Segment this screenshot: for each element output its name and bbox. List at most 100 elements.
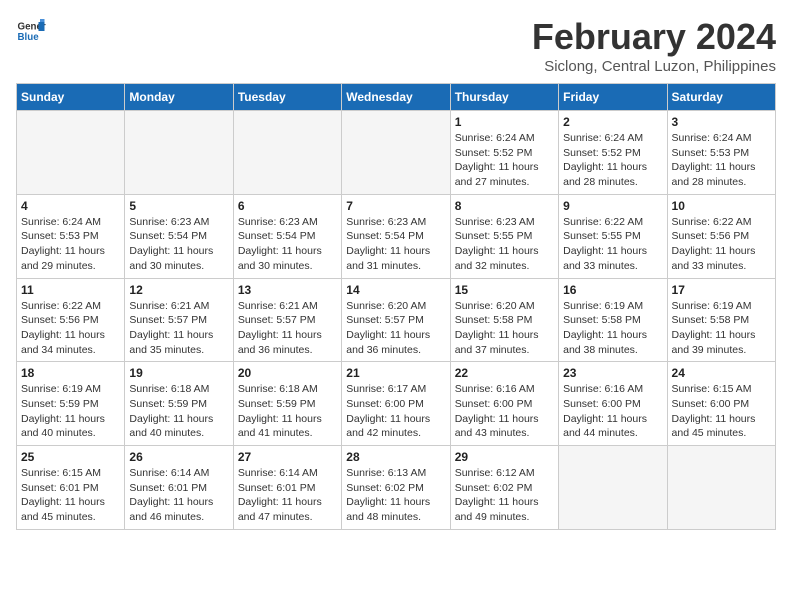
calendar-day-cell: 11 Sunrise: 6:22 AM Sunset: 5:56 PM Dayli… xyxy=(17,278,125,362)
title-section: February 2024 Siclong, Central Luzon, Ph… xyxy=(532,16,776,75)
calendar-day-cell: 9 Sunrise: 6:22 AM Sunset: 5:55 PM Daylig… xyxy=(559,194,667,278)
day-number: 2 xyxy=(563,115,662,129)
day-info: Sunrise: 6:24 AM Sunset: 5:52 PM Dayligh… xyxy=(563,131,662,190)
day-number: 12 xyxy=(129,283,228,297)
calendar-table: SundayMondayTuesdayWednesdayThursdayFrid… xyxy=(16,83,776,530)
weekday-header: Sunday xyxy=(17,84,125,111)
day-number: 19 xyxy=(129,366,228,380)
day-info: Sunrise: 6:23 AM Sunset: 5:54 PM Dayligh… xyxy=(238,215,337,274)
calendar-day-cell xyxy=(125,111,233,195)
day-info: Sunrise: 6:22 AM Sunset: 5:56 PM Dayligh… xyxy=(21,299,120,358)
calendar-day-cell: 19 Sunrise: 6:18 AM Sunset: 5:59 PM Dayli… xyxy=(125,362,233,446)
month-year-title: February 2024 xyxy=(532,16,776,58)
svg-text:Blue: Blue xyxy=(18,32,40,43)
day-number: 5 xyxy=(129,199,228,213)
day-number: 20 xyxy=(238,366,337,380)
day-number: 27 xyxy=(238,450,337,464)
calendar-day-cell: 26Sunrise: 6:14 AM Sunset: 6:01 PM Dayli… xyxy=(125,446,233,530)
day-info: Sunrise: 6:18 AM Sunset: 5:59 PM Dayligh… xyxy=(238,382,337,441)
day-info: Sunrise: 6:16 AM Sunset: 6:00 PM Dayligh… xyxy=(455,382,554,441)
day-number: 21 xyxy=(346,366,445,380)
day-info: Sunrise: 6:14 AM Sunset: 6:01 PM Dayligh… xyxy=(129,466,228,525)
day-number: 9 xyxy=(563,199,662,213)
calendar-day-cell: 29 Sunrise: 6:12 AM Sunset: 6:02 PM Dayli… xyxy=(450,446,558,530)
day-number: 17 xyxy=(672,283,771,297)
day-number: 25 xyxy=(21,450,120,464)
day-number: 16 xyxy=(563,283,662,297)
day-info: Sunrise: 6:23 AM Sunset: 5:54 PM Dayligh… xyxy=(129,215,228,274)
calendar-header-row: SundayMondayTuesdayWednesdayThursdayFrid… xyxy=(17,84,776,111)
calendar-day-cell: 17 Sunrise: 6:19 AM Sunset: 5:58 PM Dayli… xyxy=(667,278,775,362)
calendar-week-row: 25Sunrise: 6:15 AM Sunset: 6:01 PM Dayli… xyxy=(17,446,776,530)
calendar-day-cell: 15 Sunrise: 6:20 AM Sunset: 5:58 PM Dayli… xyxy=(450,278,558,362)
calendar-day-cell: 5 Sunrise: 6:23 AM Sunset: 5:54 PM Daylig… xyxy=(125,194,233,278)
day-number: 23 xyxy=(563,366,662,380)
calendar-day-cell: 10Sunrise: 6:22 AM Sunset: 5:56 PM Dayli… xyxy=(667,194,775,278)
day-info: Sunrise: 6:17 AM Sunset: 6:00 PM Dayligh… xyxy=(346,382,445,441)
day-info: Sunrise: 6:18 AM Sunset: 5:59 PM Dayligh… xyxy=(129,382,228,441)
day-number: 11 xyxy=(21,283,120,297)
calendar-day-cell xyxy=(233,111,341,195)
calendar-day-cell: 23 Sunrise: 6:16 AM Sunset: 6:00 PM Dayli… xyxy=(559,362,667,446)
calendar-week-row: 18Sunrise: 6:19 AM Sunset: 5:59 PM Dayli… xyxy=(17,362,776,446)
day-info: Sunrise: 6:23 AM Sunset: 5:55 PM Dayligh… xyxy=(455,215,554,274)
calendar-day-cell: 3 Sunrise: 6:24 AM Sunset: 5:53 PM Daylig… xyxy=(667,111,775,195)
weekday-header: Friday xyxy=(559,84,667,111)
weekday-header: Tuesday xyxy=(233,84,341,111)
calendar-day-cell: 8 Sunrise: 6:23 AM Sunset: 5:55 PM Daylig… xyxy=(450,194,558,278)
calendar-day-cell: 27 Sunrise: 6:14 AM Sunset: 6:01 PM Dayli… xyxy=(233,446,341,530)
calendar-week-row: 11 Sunrise: 6:22 AM Sunset: 5:56 PM Dayli… xyxy=(17,278,776,362)
day-info: Sunrise: 6:19 AM Sunset: 5:58 PM Dayligh… xyxy=(672,299,771,358)
calendar-day-cell: 7Sunrise: 6:23 AM Sunset: 5:54 PM Daylig… xyxy=(342,194,450,278)
day-number: 6 xyxy=(238,199,337,213)
calendar-day-cell: 24 Sunrise: 6:15 AM Sunset: 6:00 PM Dayli… xyxy=(667,362,775,446)
day-info: Sunrise: 6:21 AM Sunset: 5:57 PM Dayligh… xyxy=(129,299,228,358)
calendar-day-cell: 13Sunrise: 6:21 AM Sunset: 5:57 PM Dayli… xyxy=(233,278,341,362)
weekday-header: Wednesday xyxy=(342,84,450,111)
day-info: Sunrise: 6:20 AM Sunset: 5:58 PM Dayligh… xyxy=(455,299,554,358)
day-info: Sunrise: 6:14 AM Sunset: 6:01 PM Dayligh… xyxy=(238,466,337,525)
day-info: Sunrise: 6:24 AM Sunset: 5:53 PM Dayligh… xyxy=(672,131,771,190)
weekday-header: Monday xyxy=(125,84,233,111)
calendar-day-cell: 4 Sunrise: 6:24 AM Sunset: 5:53 PM Daylig… xyxy=(17,194,125,278)
calendar-day-cell xyxy=(667,446,775,530)
day-number: 14 xyxy=(346,283,445,297)
day-number: 29 xyxy=(455,450,554,464)
calendar-day-cell: 25Sunrise: 6:15 AM Sunset: 6:01 PM Dayli… xyxy=(17,446,125,530)
calendar-day-cell: 6 Sunrise: 6:23 AM Sunset: 5:54 PM Daylig… xyxy=(233,194,341,278)
page-header: General Blue February 2024 Siclong, Cent… xyxy=(16,16,776,75)
day-number: 18 xyxy=(21,366,120,380)
day-info: Sunrise: 6:21 AM Sunset: 5:57 PM Dayligh… xyxy=(238,299,337,358)
day-info: Sunrise: 6:13 AM Sunset: 6:02 PM Dayligh… xyxy=(346,466,445,525)
day-info: Sunrise: 6:20 AM Sunset: 5:57 PM Dayligh… xyxy=(346,299,445,358)
calendar-day-cell xyxy=(342,111,450,195)
day-info: Sunrise: 6:16 AM Sunset: 6:00 PM Dayligh… xyxy=(563,382,662,441)
day-number: 15 xyxy=(455,283,554,297)
day-number: 7 xyxy=(346,199,445,213)
calendar-day-cell: 1Sunrise: 6:24 AM Sunset: 5:52 PM Daylig… xyxy=(450,111,558,195)
day-number: 10 xyxy=(672,199,771,213)
calendar-day-cell: 12 Sunrise: 6:21 AM Sunset: 5:57 PM Dayli… xyxy=(125,278,233,362)
location-subtitle: Siclong, Central Luzon, Philippines xyxy=(532,58,776,75)
calendar-day-cell: 20 Sunrise: 6:18 AM Sunset: 5:59 PM Dayli… xyxy=(233,362,341,446)
calendar-day-cell: 28Sunrise: 6:13 AM Sunset: 6:02 PM Dayli… xyxy=(342,446,450,530)
day-info: Sunrise: 6:22 AM Sunset: 5:55 PM Dayligh… xyxy=(563,215,662,274)
day-info: Sunrise: 6:19 AM Sunset: 5:58 PM Dayligh… xyxy=(563,299,662,358)
weekday-header: Thursday xyxy=(450,84,558,111)
day-info: Sunrise: 6:12 AM Sunset: 6:02 PM Dayligh… xyxy=(455,466,554,525)
day-number: 4 xyxy=(21,199,120,213)
day-info: Sunrise: 6:24 AM Sunset: 5:53 PM Dayligh… xyxy=(21,215,120,274)
calendar-day-cell: 22 Sunrise: 6:16 AM Sunset: 6:00 PM Dayli… xyxy=(450,362,558,446)
calendar-week-row: 4 Sunrise: 6:24 AM Sunset: 5:53 PM Daylig… xyxy=(17,194,776,278)
day-number: 24 xyxy=(672,366,771,380)
day-number: 22 xyxy=(455,366,554,380)
calendar-day-cell xyxy=(559,446,667,530)
logo: General Blue xyxy=(16,16,46,46)
weekday-header: Saturday xyxy=(667,84,775,111)
calendar-day-cell: 16 Sunrise: 6:19 AM Sunset: 5:58 PM Dayli… xyxy=(559,278,667,362)
day-number: 1 xyxy=(455,115,554,129)
calendar-day-cell: 21 Sunrise: 6:17 AM Sunset: 6:00 PM Dayli… xyxy=(342,362,450,446)
day-number: 3 xyxy=(672,115,771,129)
day-number: 8 xyxy=(455,199,554,213)
day-info: Sunrise: 6:15 AM Sunset: 6:00 PM Dayligh… xyxy=(672,382,771,441)
